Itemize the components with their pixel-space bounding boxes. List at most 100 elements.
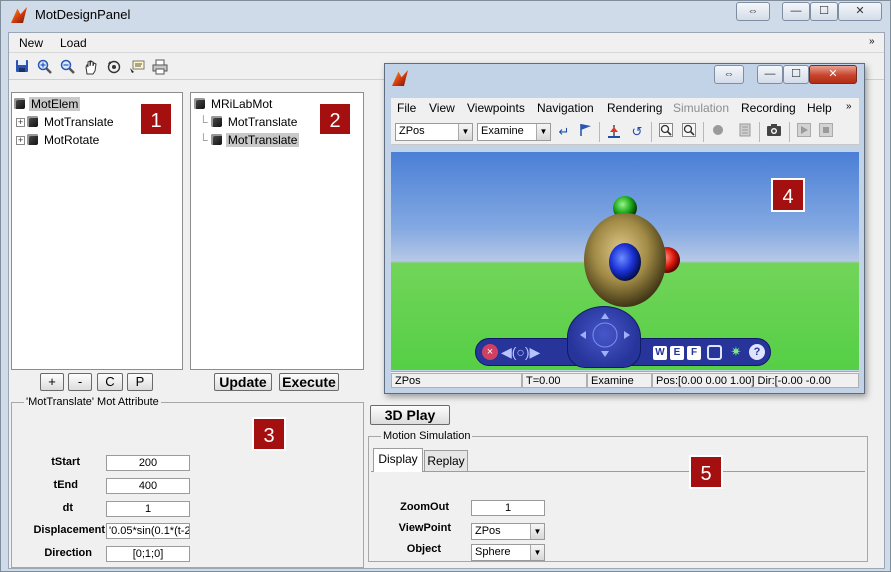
nav-walk-button[interactable]: W (653, 346, 667, 360)
cube-icon (27, 134, 38, 145)
zoomout-field[interactable]: 1 (471, 500, 545, 516)
viewer-zoom-fit-icon[interactable] (680, 123, 698, 141)
tree-item-mottranslate-1[interactable]: └ MotTranslate (199, 114, 299, 130)
menubar: New Load » (9, 33, 884, 53)
rotate-3d-icon[interactable] (105, 59, 123, 77)
zoom-out-icon[interactable] (59, 59, 77, 77)
nav-fit-view-icon[interactable] (707, 345, 722, 360)
tree-root-label: MRiLabMot (211, 97, 273, 111)
viewer-toolbar: ZPos ▼ Examine ▼ ↵ ↺ (391, 118, 859, 145)
nav-close-icon[interactable]: × (482, 344, 498, 360)
menu-new[interactable]: New (19, 36, 43, 50)
tstart-field[interactable]: 200 (106, 455, 190, 471)
close-button[interactable]: ✕ (838, 2, 882, 21)
pan-hand-icon[interactable] (82, 59, 100, 77)
cube-icon (194, 98, 205, 109)
tree-item-label: MotTranslate (225, 133, 300, 147)
add-element-button[interactable]: + (40, 373, 64, 391)
direction-field[interactable]: [0;1;0] (106, 546, 190, 562)
expand-icon[interactable]: + (16, 136, 25, 145)
snapshot-camera-icon[interactable] (765, 123, 783, 141)
viewer-menu-navigation[interactable]: Navigation (537, 101, 594, 115)
viewer-menu-viewpoints[interactable]: Viewpoints (467, 101, 525, 115)
status-time: T=0.00 (522, 373, 587, 388)
play-icon (795, 123, 813, 141)
matlab-app-icon (11, 7, 27, 23)
viewer-menu-view[interactable]: View (429, 101, 455, 115)
maximize-button[interactable]: ☐ (810, 2, 838, 21)
viewer-mode-value: Examine (481, 125, 524, 137)
viewer-zoom-in-icon[interactable] (657, 123, 675, 141)
object-select-value: Sphere (475, 546, 511, 558)
toolbar-separator (759, 122, 760, 142)
cube-icon (14, 98, 25, 109)
badge-4: 4 (771, 178, 805, 212)
displacement-field[interactable]: '0.05*sin(0.1*(t-2 (106, 523, 190, 539)
flag-icon[interactable] (577, 123, 595, 141)
copy-element-button[interactable]: C (97, 373, 123, 391)
stop-icon (817, 123, 835, 141)
3d-play-button[interactable]: 3D Play (370, 405, 450, 425)
mot-element-tree: MotElem + MotTranslate + MotRotate 1 (11, 92, 183, 370)
viewer-menu-recording[interactable]: Recording (741, 101, 796, 115)
navigation-dial-arrows (580, 313, 630, 357)
navigation-dial[interactable] (567, 306, 641, 368)
tree-root-mrilabmot[interactable]: MRiLabMot (194, 96, 274, 112)
straighten-icon[interactable] (605, 123, 623, 141)
go-back-icon[interactable]: ↵ (555, 123, 573, 141)
window-title: MotDesignPanel (35, 7, 131, 22)
viewer-mode-select[interactable]: Examine ▼ (477, 123, 551, 141)
menubar-overflow-icon[interactable]: » (869, 36, 875, 47)
nav-headlight-icon[interactable]: ✷ (728, 344, 744, 360)
save-icon[interactable] (13, 59, 31, 77)
execute-button[interactable]: Execute (279, 373, 339, 391)
remove-element-button[interactable]: - (68, 373, 92, 391)
direction-label: Direction (44, 547, 92, 559)
tend-field[interactable]: 400 (106, 478, 190, 494)
viewer-menu-help[interactable]: Help (807, 101, 832, 115)
dt-field[interactable]: 1 (106, 501, 190, 517)
viewer-close-button[interactable]: ✕ (809, 65, 857, 84)
mot-attribute-panel: 'MotTranslate' Mot Attribute 3 tStart 20… (11, 396, 364, 568)
tree-item-label: MotRotate (44, 133, 100, 147)
3d-scene-canvas[interactable]: 4 × ◀(○)▶ W E F ✷ ? (391, 152, 859, 370)
tend-label: tEnd (53, 479, 78, 491)
nav-slide-icon[interactable]: ◀(○)▶ (501, 343, 549, 361)
viewer-menu-rendering[interactable]: Rendering (607, 101, 662, 115)
nav-help-button[interactable]: ? (749, 344, 765, 360)
resize-button[interactable]: ⇔ (736, 2, 770, 21)
minimize-button[interactable]: — (782, 2, 810, 21)
viewer-menu-overflow-icon[interactable]: » (846, 101, 852, 112)
tree-item-motrotate[interactable]: + MotRotate (16, 132, 101, 148)
tab-display[interactable]: Display (373, 448, 423, 472)
zoom-in-icon[interactable] (36, 59, 54, 77)
viewer-minimize-button[interactable]: — (757, 65, 783, 84)
reset-viewpoint-icon[interactable]: ↺ (628, 123, 646, 141)
nav-fly-button[interactable]: F (687, 346, 701, 360)
dt-label: dt (62, 502, 73, 514)
expand-icon[interactable]: + (16, 118, 25, 127)
update-button[interactable]: Update (214, 373, 272, 391)
motion-simulation-panel: Motion Simulation Display Replay 5 ZoomO… (368, 430, 868, 562)
print-icon[interactable] (151, 59, 169, 77)
viewer-menu-file[interactable]: File (397, 101, 416, 115)
tab-replay[interactable]: Replay (424, 450, 468, 472)
viewer-resize-button[interactable]: ⇔ (714, 65, 744, 84)
viewer-viewpoint-select[interactable]: ZPos ▼ (395, 123, 473, 141)
status-position: Pos:[0.00 0.00 1.00] Dir:[-0.00 -0.00 (652, 373, 859, 388)
tree-root-motelem[interactable]: MotElem (14, 96, 81, 112)
paste-element-button[interactable]: P (127, 373, 153, 391)
tree-root-label: MotElem (29, 97, 81, 111)
mot-attribute-title: 'MotTranslate' Mot Attribute (24, 396, 161, 408)
tree-item-mottranslate[interactable]: + MotTranslate (16, 114, 116, 130)
blue-axis-sphere (609, 243, 641, 281)
tree-item-mottranslate-2[interactable]: └ MotTranslate (199, 132, 300, 148)
chevron-down-icon: ▼ (530, 524, 544, 539)
viewer-maximize-button[interactable]: ☐ (783, 65, 809, 84)
data-cursor-icon[interactable] (128, 59, 146, 77)
object-select[interactable]: Sphere ▼ (471, 544, 545, 561)
chevron-down-icon: ▼ (458, 124, 472, 140)
menu-load[interactable]: Load (60, 36, 87, 50)
nav-examine-button[interactable]: E (670, 346, 684, 360)
viewpoint-select[interactable]: ZPos ▼ (471, 523, 545, 540)
